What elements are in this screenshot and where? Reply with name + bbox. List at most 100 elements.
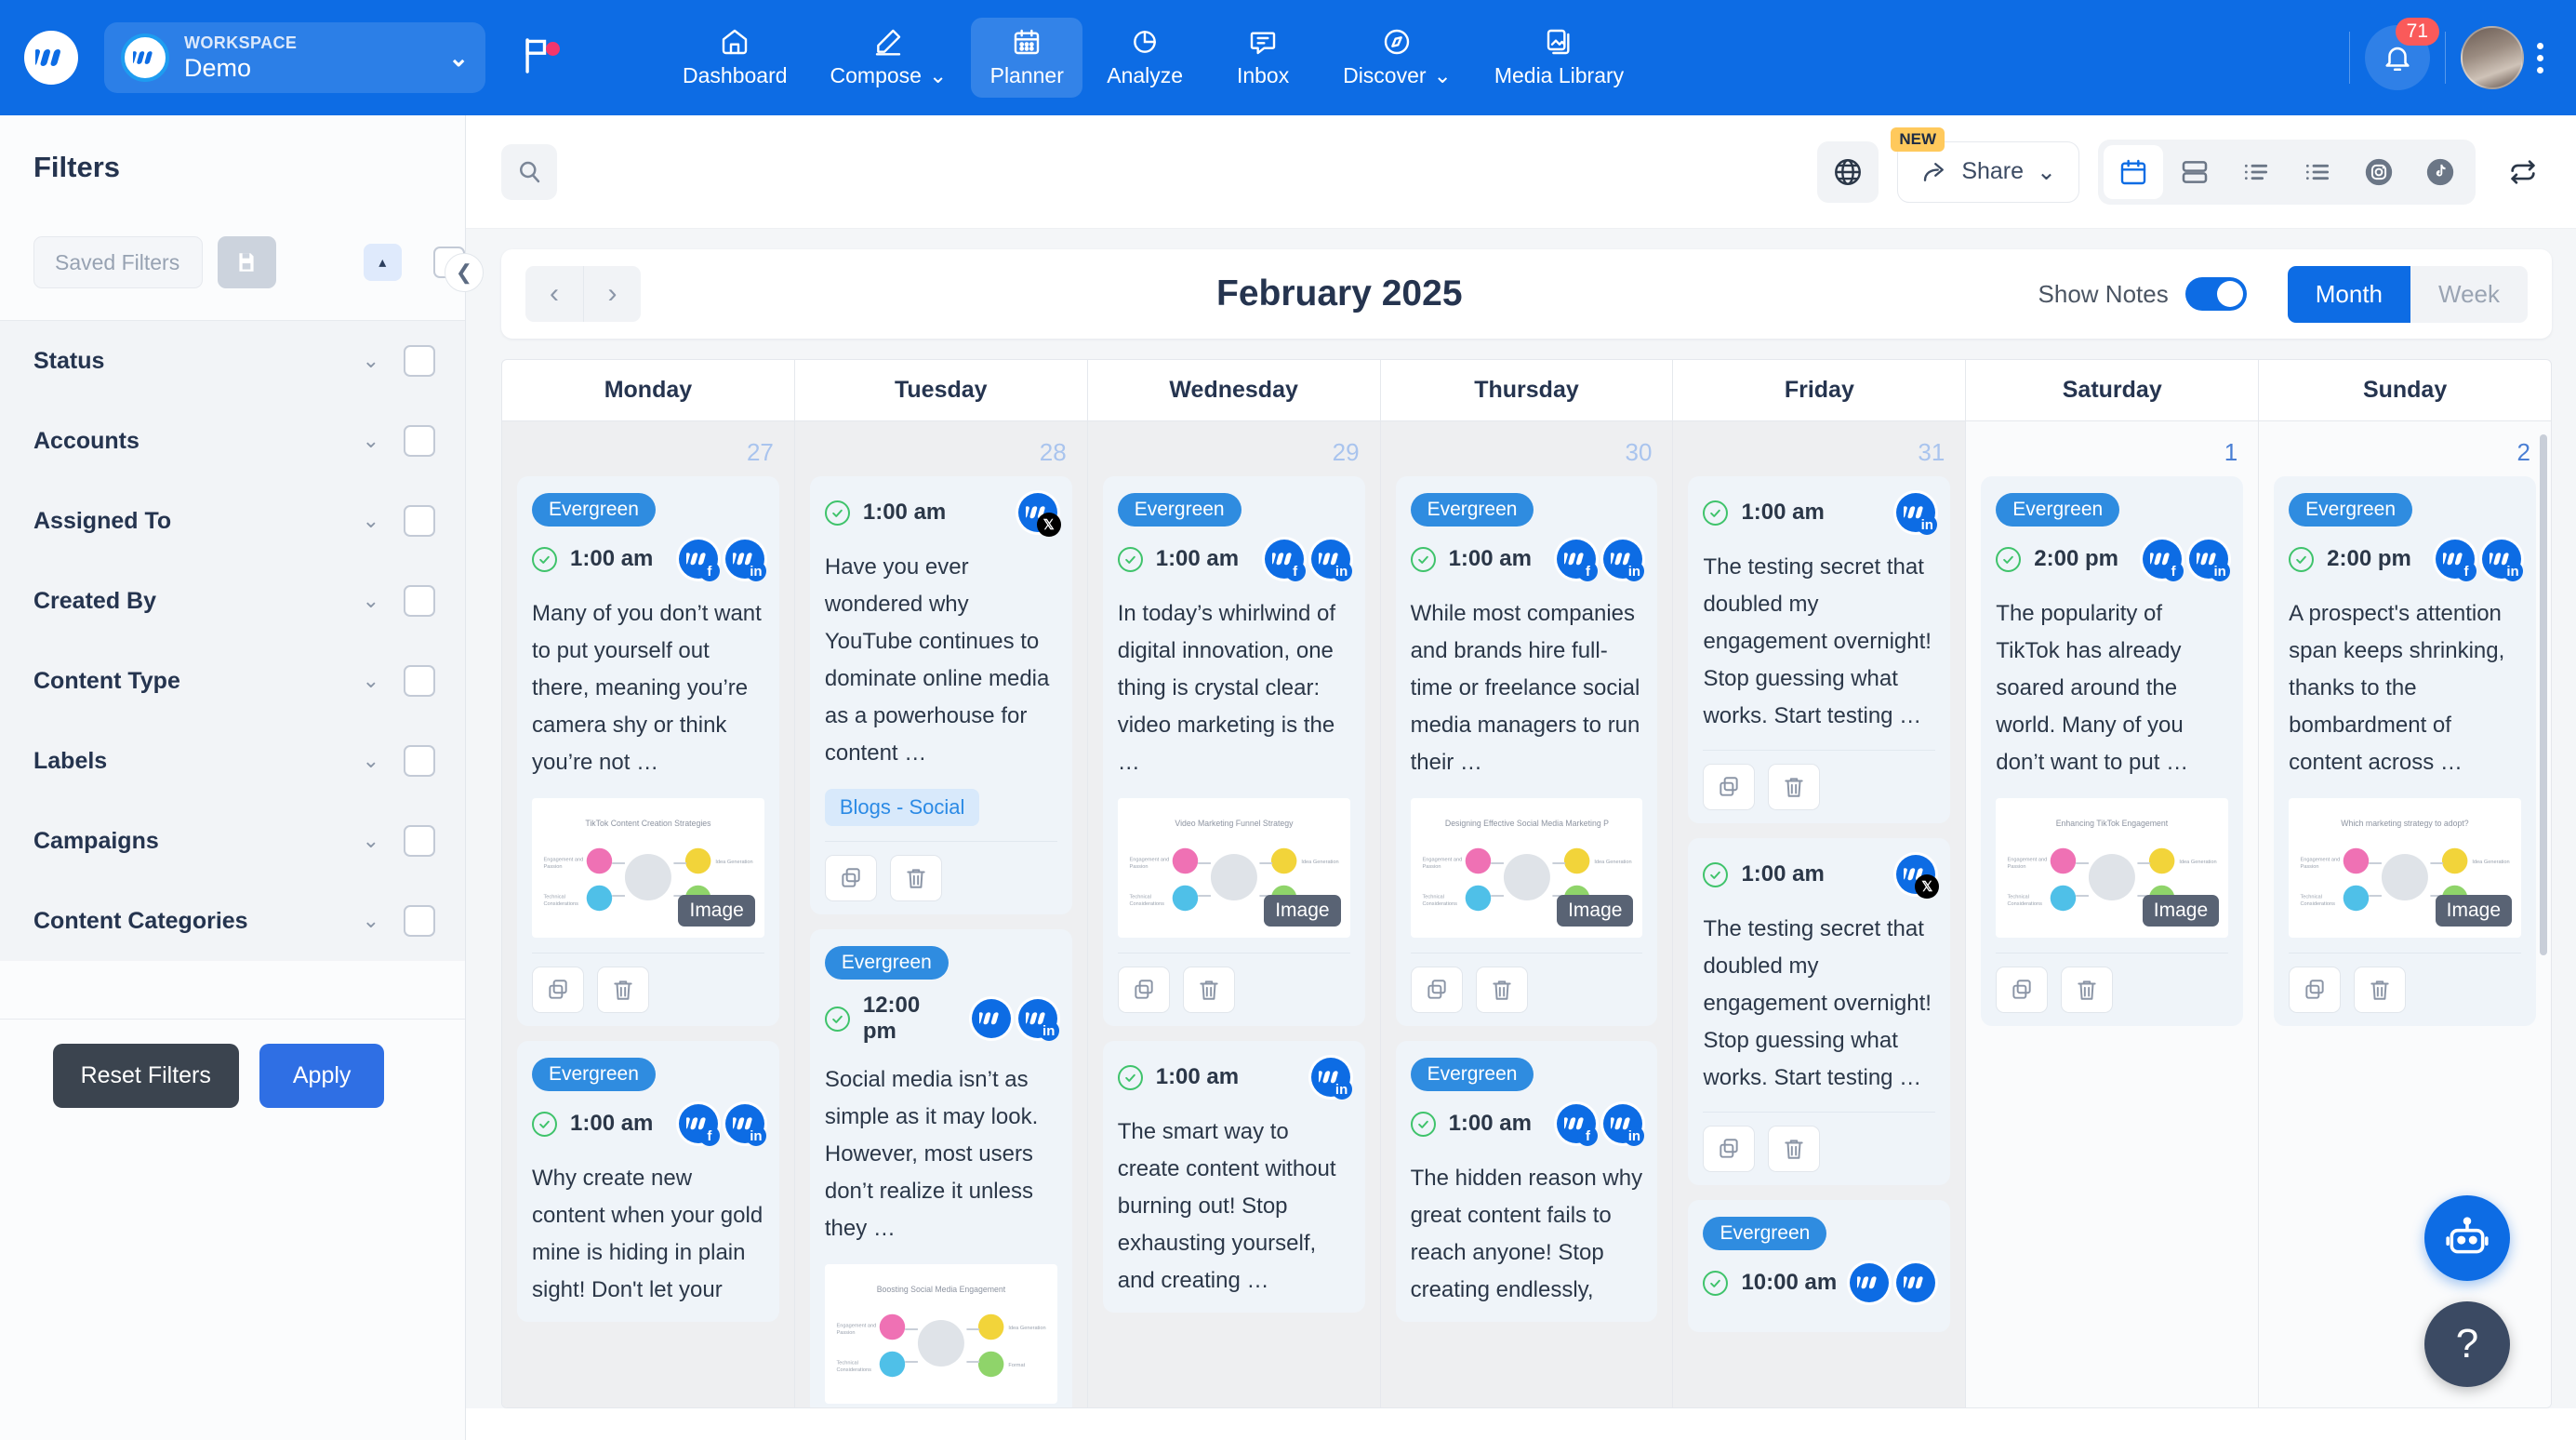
calendar-scroll-thumb[interactable] <box>2540 434 2547 955</box>
filter-group-created-by[interactable]: Created By ⌄ <box>0 561 465 641</box>
view-instagram-button[interactable] <box>2349 145 2409 199</box>
filter-group-checkbox[interactable] <box>404 425 435 457</box>
account-avatar[interactable]: 𝕏 <box>1896 855 1940 899</box>
post-thumbnail[interactable]: Boosting Social Media Engagement Engagem… <box>824 1264 1057 1404</box>
account-avatar[interactable]: in <box>724 540 766 581</box>
account-avatar[interactable]: in <box>1603 540 1645 581</box>
account-avatar[interactable]: f <box>1264 540 1306 581</box>
help-button[interactable]: ? <box>2424 1301 2510 1387</box>
view-list-button[interactable] <box>2226 145 2286 199</box>
delete-post-button[interactable] <box>1182 967 1235 1013</box>
workspace-switcher[interactable]: WORKSPACE Demo ⌄ <box>104 22 485 93</box>
account-avatar[interactable]: f <box>678 540 720 581</box>
duplicate-post-button[interactable] <box>1703 764 1756 810</box>
account-avatar[interactable]: f <box>678 1104 720 1146</box>
calendar-day-column[interactable]: 30 Evergreen 1:00 am f in While most com… <box>1380 421 1674 1407</box>
filter-group-content-categories[interactable]: Content Categories ⌄ <box>0 881 465 961</box>
post-card[interactable]: Evergreen 1:00 am f in Why create new co… <box>517 1041 779 1322</box>
filter-group-labels[interactable]: Labels ⌄ <box>0 721 465 801</box>
nav-item-dashboard[interactable]: Dashboard <box>664 18 806 98</box>
delete-post-button[interactable] <box>1768 1126 1821 1172</box>
post-thumbnail[interactable]: Which marketing strategy to adopt? Engag… <box>2289 798 2522 938</box>
collapse-all-filters-button[interactable]: ▴ <box>363 244 402 281</box>
duplicate-post-button[interactable] <box>824 855 877 901</box>
duplicate-post-button[interactable] <box>532 967 584 1013</box>
account-avatar[interactable]: in <box>2189 540 2231 581</box>
range-month-button[interactable]: Month <box>2287 265 2410 323</box>
account-avatar[interactable]: f <box>1557 1104 1599 1146</box>
delete-post-button[interactable] <box>2354 967 2407 1013</box>
filter-group-campaigns[interactable]: Campaigns ⌄ <box>0 801 465 881</box>
post-thumbnail[interactable]: TikTok Content Creation Strategies Engag… <box>532 798 764 938</box>
app-logo[interactable] <box>24 31 78 85</box>
delete-post-button[interactable] <box>1475 967 1528 1013</box>
avatar[interactable] <box>2461 26 2524 89</box>
refresh-button[interactable] <box>2494 143 2552 201</box>
delete-post-button[interactable] <box>1768 764 1821 810</box>
calendar-day-column[interactable]: 28 1:00 am 𝕏 Have you ever wondered why … <box>794 421 1088 1407</box>
nav-item-discover[interactable]: Discover ⌄ <box>1324 18 1470 98</box>
filter-group-checkbox[interactable] <box>404 505 435 537</box>
account-avatar[interactable]: f <box>2143 540 2184 581</box>
share-button[interactable]: NEW Share ⌄ <box>1891 127 2079 203</box>
flag-button[interactable] <box>521 37 562 78</box>
calendar-day-column[interactable]: 31 1:00 am in The testing secret that do… <box>1673 421 1967 1407</box>
delete-post-button[interactable] <box>2061 967 2114 1013</box>
account-avatar[interactable] <box>971 999 1011 1038</box>
post-thumbnail[interactable]: Designing Effective Social Media Marketi… <box>1410 798 1643 938</box>
reset-filters-button[interactable]: Reset Filters <box>52 1044 239 1108</box>
next-month-button[interactable]: › <box>583 266 641 322</box>
duplicate-post-button[interactable] <box>1410 967 1463 1013</box>
account-avatar[interactable]: f <box>1557 540 1599 581</box>
post-card[interactable]: Evergreen 2:00 pm f in A prospect's atte… <box>2274 476 2537 1026</box>
post-card[interactable]: Evergreen 1:00 am f in In today’s whirlw… <box>1102 476 1365 1026</box>
post-card[interactable]: Evergreen 1:00 am f in While most compan… <box>1395 476 1658 1026</box>
nav-item-compose[interactable]: Compose ⌄ <box>812 18 966 98</box>
show-notes-toggle[interactable] <box>2184 277 2247 311</box>
saved-filters-select[interactable]: Saved Filters <box>33 236 204 288</box>
calendar-day-column[interactable]: 27 Evergreen 1:00 am f in Many of you do… <box>502 421 795 1407</box>
account-avatar[interactable]: in <box>724 1104 766 1146</box>
post-card[interactable]: 1:00 am in The testing secret that doubl… <box>1688 476 1951 823</box>
apply-filters-button[interactable]: Apply <box>259 1044 385 1108</box>
nav-item-inbox[interactable]: Inbox <box>1207 18 1319 98</box>
timezone-button[interactable] <box>1817 140 1879 203</box>
filter-group-checkbox[interactable] <box>404 585 435 617</box>
post-card[interactable]: Evergreen 12:00 pm in Social media isn’t… <box>809 929 1072 1407</box>
account-avatar[interactable]: in <box>1310 540 1352 581</box>
post-card[interactable]: Evergreen 2:00 pm f in The popularity of… <box>1981 476 2244 1026</box>
account-avatar[interactable] <box>1896 1263 1936 1302</box>
duplicate-post-button[interactable] <box>1703 1126 1756 1172</box>
duplicate-post-button[interactable] <box>1117 967 1170 1013</box>
range-week-button[interactable]: Week <box>2410 265 2528 323</box>
notifications-button[interactable]: 71 <box>2365 18 2439 90</box>
post-card[interactable]: Evergreen 1:00 am f in The hidden reason… <box>1395 1041 1658 1322</box>
account-avatar[interactable]: in <box>1310 1058 1352 1100</box>
filter-group-checkbox[interactable] <box>404 825 435 857</box>
filter-group-checkbox[interactable] <box>404 665 435 697</box>
filter-group-content-type[interactable]: Content Type ⌄ <box>0 641 465 721</box>
post-card[interactable]: Evergreen 1:00 am f in Many of you don’t… <box>517 476 779 1026</box>
search-button[interactable] <box>501 143 557 200</box>
filter-group-assigned-to[interactable]: Assigned To ⌄ <box>0 481 465 561</box>
nav-item-media-library[interactable]: Media Library <box>1476 18 1642 98</box>
assistant-bot-button[interactable] <box>2424 1195 2510 1281</box>
duplicate-post-button[interactable] <box>2289 967 2342 1013</box>
filter-group-accounts[interactable]: Accounts ⌄ <box>0 401 465 481</box>
collapse-sidebar-button[interactable]: ❮ <box>445 253 484 292</box>
account-avatar[interactable]: in <box>1896 493 1938 535</box>
filter-group-checkbox[interactable] <box>404 745 435 777</box>
previous-month-button[interactable]: ‹ <box>525 266 583 322</box>
delete-post-button[interactable] <box>597 967 649 1013</box>
calendar-day-column[interactable]: 1 Evergreen 2:00 pm f in The popularity … <box>1966 421 2260 1407</box>
nav-item-planner[interactable]: Planner <box>971 18 1083 98</box>
view-tiktok-button[interactable] <box>2410 145 2470 199</box>
filter-group-checkbox[interactable] <box>404 345 435 377</box>
account-avatar[interactable]: in <box>2482 540 2524 581</box>
account-avatar[interactable]: 𝕏 <box>1017 493 1061 537</box>
post-card[interactable]: 1:00 am 𝕏 The testing secret that double… <box>1688 838 1951 1185</box>
account-avatar[interactable] <box>1850 1263 1890 1302</box>
filter-group-checkbox[interactable] <box>404 905 435 937</box>
account-avatar[interactable]: in <box>1603 1104 1645 1146</box>
duplicate-post-button[interactable] <box>1996 967 2049 1013</box>
